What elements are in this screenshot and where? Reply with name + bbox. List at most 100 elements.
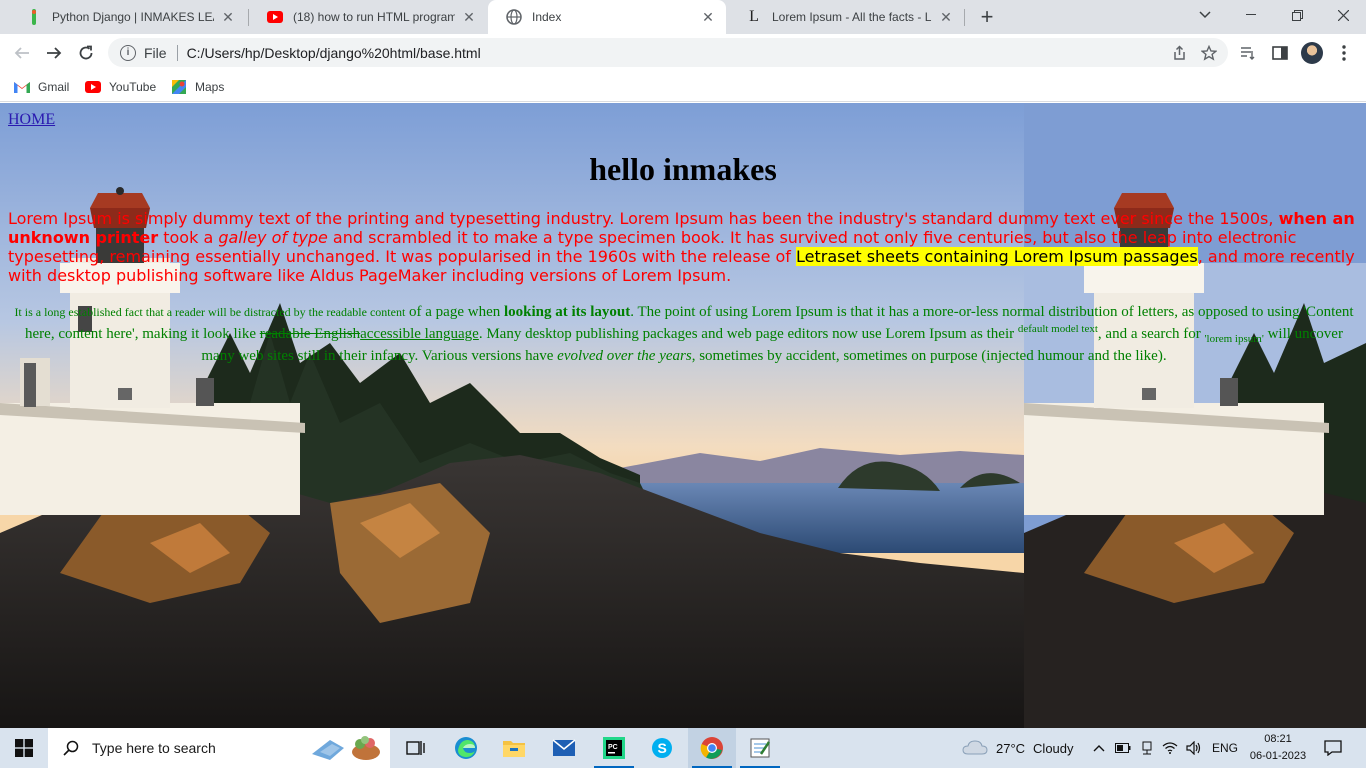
- inmakes-favicon: [26, 9, 42, 25]
- weather-desc: Cloudy: [1033, 740, 1074, 756]
- bookmark-label: YouTube: [109, 80, 157, 94]
- minimize-icon[interactable]: [1228, 0, 1274, 30]
- background-photo-tile: [1024, 103, 1366, 728]
- svg-text:PC: PC: [608, 744, 618, 751]
- address-bar[interactable]: i File C:/Users/hp/Desktop/django%20html…: [108, 38, 1228, 67]
- page-title: hello inmakes: [589, 151, 777, 187]
- bookmark-label: Maps: [195, 80, 225, 94]
- bookmark-gmail[interactable]: Gmail: [14, 77, 69, 97]
- language-indicator[interactable]: ENG: [1212, 728, 1238, 768]
- notification-center-icon[interactable]: [1318, 728, 1348, 768]
- text-run: took a: [158, 228, 219, 247]
- tab-title: Python Django | INMAKES LEARN: [52, 10, 214, 24]
- search-placeholder: Type here to search: [92, 740, 216, 756]
- tab-title: (18) how to run HTML program u: [293, 10, 455, 24]
- text-run: Lorem Ipsum is simply dummy text of the …: [8, 209, 1279, 228]
- weather-widget[interactable]: 27°C Cloudy: [962, 728, 1074, 768]
- strikethrough-text: readable English: [259, 326, 361, 342]
- text-run: , sometimes by accident, sometimes on pu…: [691, 348, 1167, 364]
- close-icon[interactable]: ✕: [700, 9, 716, 25]
- lipsum-favicon: L: [749, 8, 759, 25]
- globe-favicon: [506, 9, 522, 25]
- chevron-up-icon[interactable]: [1089, 738, 1109, 758]
- speaker-icon[interactable]: [1184, 738, 1204, 758]
- tab-index[interactable]: Index ✕: [488, 0, 726, 34]
- green-paragraph: It is a long established fact that a rea…: [8, 301, 1360, 367]
- menu-kebab-icon[interactable]: [1332, 41, 1356, 65]
- skype-icon[interactable]: S: [638, 728, 686, 768]
- youtube-favicon: [267, 9, 283, 25]
- italic-text: evolved over the years: [557, 348, 692, 364]
- page-viewport: HOME hello inmakes Lorem Ipsum is simply…: [0, 103, 1366, 728]
- browser-toolbar: i File C:/Users/hp/Desktop/django%20html…: [0, 34, 1366, 72]
- red-paragraph: Lorem Ipsum is simply dummy text of the …: [8, 209, 1360, 285]
- small-text: It is a long established fact that a rea…: [14, 305, 406, 319]
- url-text[interactable]: C:/Users/hp/Desktop/django%20html/base.h…: [187, 45, 1168, 61]
- file-explorer-icon[interactable]: [490, 728, 538, 768]
- bookmark-label: Gmail: [38, 80, 70, 94]
- back-arrow-icon[interactable]: [8, 39, 36, 67]
- address-divider: [176, 44, 178, 61]
- side-panel-icon[interactable]: [1268, 41, 1292, 65]
- search-highlight-icon: [310, 734, 382, 765]
- bookmark-star-icon[interactable]: [1198, 42, 1220, 64]
- security-chip[interactable]: File: [144, 45, 167, 61]
- text-run: of a page when: [405, 304, 504, 320]
- chrome-icon[interactable]: [688, 728, 736, 768]
- pycharm-icon[interactable]: PC: [590, 728, 638, 768]
- close-icon[interactable]: ✕: [220, 9, 236, 25]
- close-window-icon[interactable]: [1320, 0, 1366, 30]
- weather-temp: 27°C: [996, 740, 1026, 756]
- subscript-text: 'lorem ipsum': [1204, 333, 1264, 345]
- forward-arrow-icon[interactable]: [40, 39, 68, 67]
- language-label: ENG: [1212, 741, 1239, 755]
- mail-icon[interactable]: [540, 728, 588, 768]
- bookmark-maps[interactable]: Maps: [171, 77, 224, 97]
- restore-icon[interactable]: [1274, 0, 1320, 30]
- tab-youtube-video[interactable]: (18) how to run HTML program u ✕: [249, 0, 487, 34]
- edge-icon[interactable]: [442, 728, 490, 768]
- taskbar-search-box[interactable]: Type here to search: [48, 728, 390, 768]
- tab-python-django[interactable]: Python Django | INMAKES LEARN ✕: [8, 0, 246, 34]
- notepad-icon[interactable]: [736, 728, 784, 768]
- close-icon[interactable]: ✕: [461, 9, 477, 25]
- tab-title: Index: [532, 10, 562, 24]
- clock-time: 08:21: [1264, 733, 1292, 745]
- tab-search-chevron-down-icon[interactable]: [1182, 0, 1228, 30]
- system-clock[interactable]: 08:21 06-01-2023: [1248, 731, 1308, 765]
- youtube-icon: [85, 79, 101, 95]
- battery-icon[interactable]: [1113, 738, 1133, 758]
- windows-taskbar: Type here to search PC S 27°C Cloudy ENG…: [0, 728, 1366, 768]
- superscript-text: default model text: [1017, 323, 1098, 335]
- search-icon: [62, 739, 80, 757]
- new-tab-button[interactable]: +: [975, 4, 999, 29]
- info-icon[interactable]: i: [120, 44, 136, 61]
- tab-divider: [964, 9, 965, 26]
- italic-text: galley of type: [218, 228, 328, 247]
- task-view-icon[interactable]: [392, 728, 440, 768]
- windows-start-icon[interactable]: [0, 728, 48, 768]
- clock-date: 06-01-2023: [1249, 750, 1307, 762]
- network-icon[interactable]: [1137, 738, 1157, 758]
- maps-icon: [171, 79, 187, 95]
- svg-text:S: S: [658, 740, 667, 756]
- text-run: , and a search for: [1097, 326, 1205, 342]
- background-photo: [0, 103, 1024, 728]
- tab-title: Lorem Ipsum - All the facts - Lips: [772, 10, 932, 24]
- cloud-icon: [962, 739, 988, 758]
- share-icon[interactable]: [1168, 42, 1190, 64]
- tab-lorem-ipsum[interactable]: L Lorem Ipsum - All the facts - Lips ✕: [728, 0, 964, 34]
- bookmark-youtube[interactable]: YouTube: [85, 77, 156, 97]
- reload-icon[interactable]: [72, 39, 100, 67]
- bold-text: looking at its layout: [504, 304, 631, 320]
- close-icon[interactable]: ✕: [938, 9, 954, 25]
- underlined-text: accessible language: [360, 326, 479, 342]
- home-link[interactable]: HOME: [8, 111, 55, 129]
- highlighted-text: Letraset sheets containing Lorem Ipsum p…: [796, 247, 1198, 266]
- gmail-icon: [14, 79, 30, 95]
- reading-list-icon[interactable]: [1236, 41, 1260, 65]
- profile-avatar[interactable]: [1301, 42, 1323, 64]
- text-run: . Many desktop publishing packages and w…: [478, 326, 1018, 342]
- wifi-icon[interactable]: [1160, 738, 1180, 758]
- bookmarks-bar: Gmail YouTube Maps: [0, 72, 1366, 102]
